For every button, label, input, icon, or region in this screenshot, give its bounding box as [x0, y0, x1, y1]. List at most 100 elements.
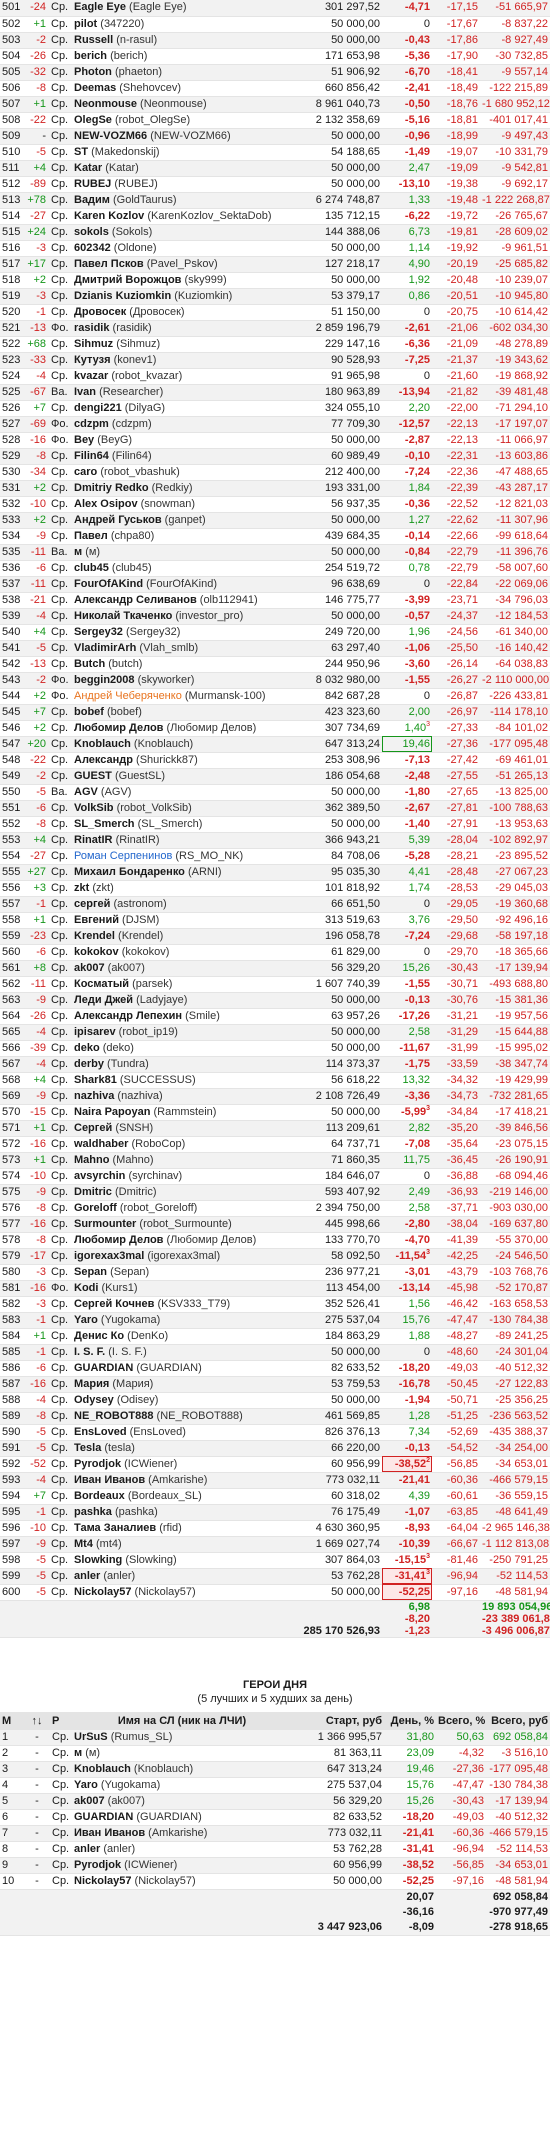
- nickname-link[interactable]: SL_Smerch: [74, 818, 135, 830]
- nickname-link[interactable]: Yaro: [74, 1314, 98, 1326]
- nickname-link[interactable]: NE_ROBOT888: [74, 1410, 153, 1422]
- hero-nickname-link[interactable]: Pyrodjok: [74, 1859, 121, 1871]
- nickname-link[interactable]: derby: [74, 1058, 104, 1070]
- nickname-link[interactable]: Павел Псков: [74, 258, 144, 270]
- nickname-link[interactable]: м: [74, 546, 82, 558]
- nickname-link[interactable]: Slowking: [74, 1554, 122, 1566]
- nickname-link[interactable]: waldhaber: [74, 1138, 128, 1150]
- nickname-link[interactable]: Сергей Кочнев: [74, 1298, 154, 1310]
- nickname-link[interactable]: Леди Джей: [74, 994, 133, 1006]
- nickname-link[interactable]: Павел: [74, 530, 108, 542]
- nickname-link[interactable]: kokokov: [74, 946, 119, 958]
- nickname-link[interactable]: nazhiva: [74, 1090, 114, 1102]
- nickname-link[interactable]: Surmounter: [74, 1218, 136, 1230]
- nickname-link[interactable]: igorexax3mal: [74, 1250, 144, 1262]
- nickname-link[interactable]: Андрей Чеберяченко: [74, 690, 182, 702]
- nickname-link[interactable]: rasidik: [74, 322, 109, 334]
- nickname-link[interactable]: Любомир Делов: [74, 722, 163, 734]
- nickname-link[interactable]: Pyrodjok: [74, 1458, 121, 1470]
- nickname-link[interactable]: pilot: [74, 18, 97, 30]
- nickname-link[interactable]: Евгений: [74, 914, 119, 926]
- nickname-link[interactable]: Odysey: [74, 1394, 114, 1406]
- nickname-link[interactable]: Тама Заналиев: [74, 1522, 156, 1534]
- nickname-link[interactable]: anler: [74, 1570, 100, 1582]
- nickname-link[interactable]: VladimirArh: [74, 642, 136, 654]
- hero-nickname-link[interactable]: anler: [74, 1843, 100, 1855]
- nickname-link[interactable]: sokols: [74, 226, 109, 238]
- nickname-link[interactable]: Дмитрий Ворожцов: [74, 274, 181, 286]
- nickname-link[interactable]: Russell: [74, 34, 113, 46]
- nickname-link[interactable]: I. S. F.: [74, 1346, 105, 1358]
- nickname-link[interactable]: bobef: [74, 706, 104, 718]
- nickname-link[interactable]: Goreloff: [74, 1202, 117, 1214]
- nickname-link[interactable]: Вадим: [74, 194, 110, 206]
- nickname-link[interactable]: Eagle Eye: [74, 1, 126, 13]
- hero-nickname-link[interactable]: м: [74, 1747, 82, 1759]
- nickname-link[interactable]: Любомир Делов: [74, 1234, 163, 1246]
- nickname-link[interactable]: Deemas: [74, 82, 116, 94]
- nickname-link[interactable]: Денис Ко: [74, 1330, 124, 1342]
- nickname-link[interactable]: pashka: [74, 1506, 112, 1518]
- nickname-link[interactable]: Katar: [74, 162, 102, 174]
- hero-nickname-link[interactable]: Knoblauch: [74, 1763, 131, 1775]
- nickname-link[interactable]: Naira Papoyan: [74, 1106, 150, 1118]
- hero-nickname-link[interactable]: GUARDIAN: [74, 1811, 133, 1823]
- nickname-link[interactable]: zkt: [74, 882, 89, 894]
- nickname-link[interactable]: Александр Лепехин: [74, 1010, 182, 1022]
- nickname-link[interactable]: deko: [74, 1042, 100, 1054]
- nickname-link[interactable]: Михаил Бондаренко: [74, 866, 185, 878]
- nickname-link[interactable]: 602342: [74, 242, 111, 254]
- nickname-link[interactable]: Dzianis Kuziomkin: [74, 290, 171, 302]
- nickname-link[interactable]: GUARDIAN: [74, 1362, 133, 1374]
- hero-nickname-link[interactable]: Yaro: [74, 1779, 98, 1791]
- nickname-link[interactable]: Shark81: [74, 1074, 117, 1086]
- nickname-link[interactable]: Mahno: [74, 1154, 109, 1166]
- nickname-link[interactable]: Косматый: [74, 978, 129, 990]
- nickname-link[interactable]: Sepan: [74, 1266, 107, 1278]
- nickname-link[interactable]: Alex Osipov: [74, 498, 138, 510]
- nickname-link[interactable]: Sihmuz: [74, 338, 113, 350]
- nickname-link[interactable]: Роман Серпенинов: [74, 850, 172, 862]
- nickname-link[interactable]: Кутузя: [74, 354, 111, 366]
- nickname-link[interactable]: RUBEJ: [74, 178, 111, 190]
- nickname-link[interactable]: ST: [74, 146, 88, 158]
- nickname-link[interactable]: Butch: [74, 658, 105, 670]
- nickname-link[interactable]: Bey: [74, 434, 94, 446]
- nickname-link[interactable]: AGV: [74, 786, 98, 798]
- nickname-link[interactable]: kvazar: [74, 370, 108, 382]
- nickname-link[interactable]: Андрей Гуськов: [74, 514, 162, 526]
- nickname-link[interactable]: RinatIR: [74, 834, 113, 846]
- nickname-link[interactable]: ak007: [74, 962, 105, 974]
- nickname-link[interactable]: Bordeaux: [74, 1490, 125, 1502]
- nickname-link[interactable]: caro: [74, 466, 97, 478]
- nickname-link[interactable]: Николай Ткаченко: [74, 610, 172, 622]
- nickname-link[interactable]: сергей: [74, 898, 110, 910]
- nickname-link[interactable]: Александр: [74, 754, 133, 766]
- nickname-link[interactable]: Karen Kozlov: [74, 210, 144, 222]
- nickname-link[interactable]: Krendel: [74, 930, 115, 942]
- nickname-link[interactable]: Mt4: [74, 1538, 93, 1550]
- nickname-link[interactable]: GUEST: [74, 770, 112, 782]
- nickname-link[interactable]: avsyrchin: [74, 1170, 125, 1182]
- nickname-link[interactable]: beggin2008: [74, 674, 135, 686]
- hero-nickname-link[interactable]: Иван Иванов: [74, 1827, 145, 1839]
- nickname-link[interactable]: Neonmouse: [74, 98, 137, 110]
- nickname-link[interactable]: cdzpm: [74, 418, 109, 430]
- nickname-link[interactable]: Сергей: [74, 1122, 112, 1134]
- nickname-link[interactable]: Filin64: [74, 450, 109, 462]
- nickname-link[interactable]: NEW-VOZM66: [74, 130, 147, 142]
- nickname-link[interactable]: Ivan: [74, 386, 96, 398]
- nickname-link[interactable]: Dmitriy Redko: [74, 482, 149, 494]
- nickname-link[interactable]: Tesla: [74, 1442, 101, 1454]
- hero-nickname-link[interactable]: ak007: [74, 1795, 105, 1807]
- hero-nickname-link[interactable]: UrSuS: [74, 1731, 108, 1743]
- nickname-link[interactable]: Мария: [74, 1378, 109, 1390]
- nickname-link[interactable]: Sergey32: [74, 626, 123, 638]
- nickname-link[interactable]: dengi221: [74, 402, 122, 414]
- nickname-link[interactable]: FourOfAKind: [74, 578, 143, 590]
- nickname-link[interactable]: club45: [74, 562, 109, 574]
- nickname-link[interactable]: Kodi: [74, 1282, 98, 1294]
- nickname-link[interactable]: EnsLoved: [74, 1426, 127, 1438]
- nickname-link[interactable]: OlegSe: [74, 114, 112, 126]
- nickname-link[interactable]: Photon: [74, 66, 112, 78]
